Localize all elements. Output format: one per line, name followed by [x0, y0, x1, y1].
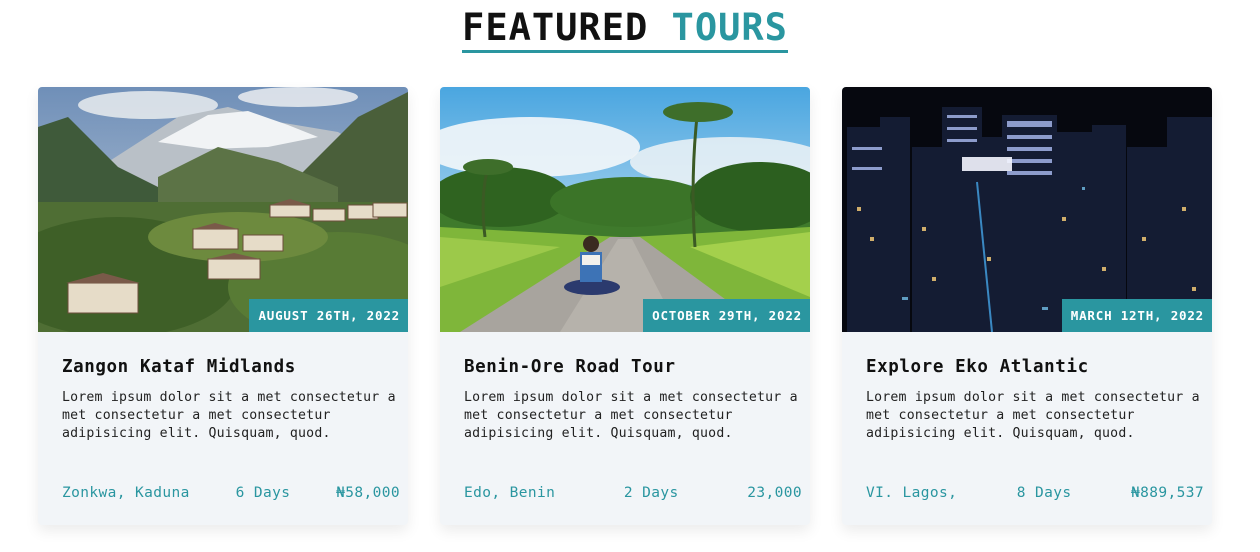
- tour-meta: Edo, Benin 2 Days 23,000: [464, 485, 802, 501]
- mountain-village-photo: AUGUST 26TH, 2022: [38, 87, 408, 332]
- tour-duration: 2 Days: [623, 485, 679, 501]
- tour-price: ₦889,537: [1130, 485, 1204, 501]
- tour-description: Lorem ipsum dolor sit a met consectetur …: [464, 390, 798, 441]
- tour-price: ₦58,000: [336, 485, 400, 501]
- tour-duration: 8 Days: [1016, 485, 1072, 501]
- tour-description: Lorem ipsum dolor sit a met consectetur …: [866, 390, 1200, 441]
- tour-meta: VI. Lagos, 8 Days ₦889,537: [866, 485, 1204, 501]
- tour-title[interactable]: Explore Eko Atlantic: [866, 357, 1089, 377]
- tour-cards: AUGUST 26TH, 2022 Zangon Kataf Midlands …: [38, 87, 1218, 527]
- tour-location: Zonkwa, Kaduna: [62, 485, 190, 501]
- tour-description: Lorem ipsum dolor sit a met consectetur …: [62, 390, 396, 441]
- tour-card[interactable]: AUGUST 26TH, 2022 Zangon Kataf Midlands …: [38, 87, 408, 525]
- date-badge: OCTOBER 29TH, 2022: [643, 299, 810, 332]
- tour-meta: Zonkwa, Kaduna 6 Days ₦58,000: [62, 485, 400, 501]
- tropical-road-photo: OCTOBER 29TH, 2022: [440, 87, 810, 332]
- tour-card[interactable]: MARCH 12TH, 2022 Explore Eko Atlantic Lo…: [842, 87, 1212, 525]
- tour-price: 23,000: [747, 485, 802, 501]
- section-title-part2: TOURS: [671, 6, 788, 49]
- section-title-part1: FEATURED: [462, 6, 649, 49]
- tour-title[interactable]: Benin-Ore Road Tour: [464, 357, 676, 377]
- night-city-photo: MARCH 12TH, 2022: [842, 87, 1212, 332]
- tour-title[interactable]: Zangon Kataf Midlands: [62, 357, 296, 377]
- tour-location: VI. Lagos,: [866, 485, 958, 501]
- tour-card[interactable]: OCTOBER 29TH, 2022 Benin-Ore Road Tour L…: [440, 87, 810, 525]
- section-title: FEATURED TOURS: [462, 6, 788, 53]
- date-badge: AUGUST 26TH, 2022: [249, 299, 408, 332]
- date-badge: MARCH 12TH, 2022: [1061, 299, 1212, 332]
- tour-location: Edo, Benin: [464, 485, 556, 501]
- tour-duration: 6 Days: [235, 485, 291, 501]
- section-header: FEATURED TOURS: [0, 6, 1250, 53]
